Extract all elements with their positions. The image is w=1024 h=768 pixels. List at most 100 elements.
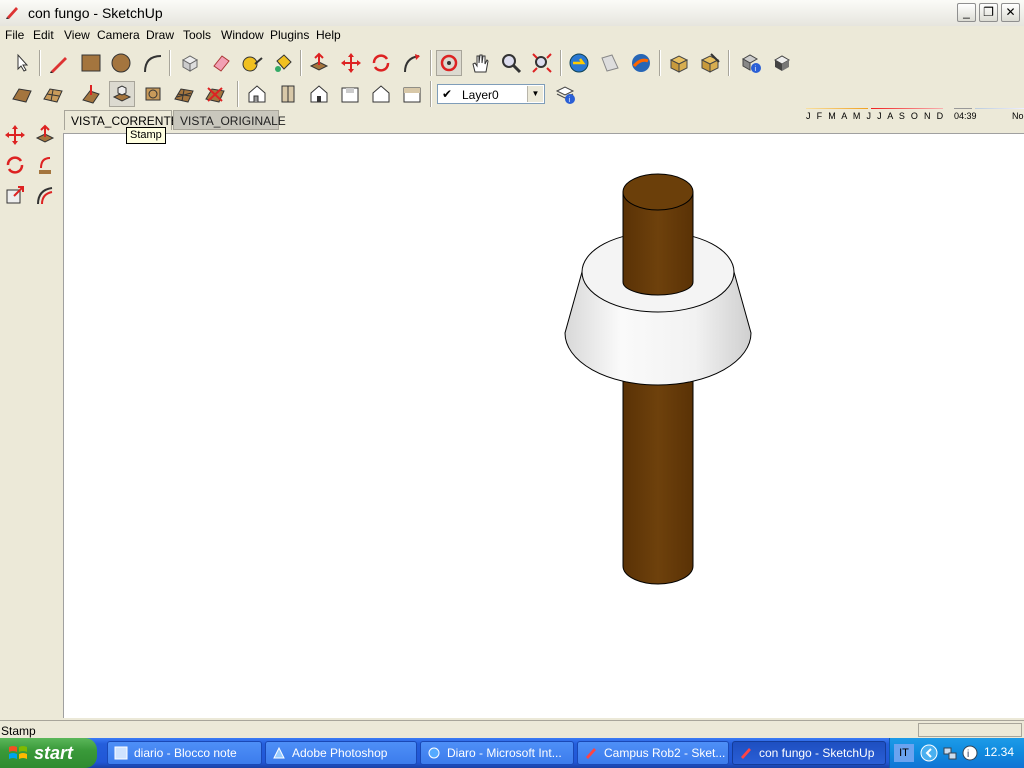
menu-file[interactable]: File (5, 28, 24, 42)
task-notepad[interactable]: diario - Blocco note (107, 741, 262, 765)
layer-dropdown[interactable]: ✔ Layer0 ▼ (437, 84, 545, 104)
task-photoshop[interactable]: Adobe Photoshop (265, 741, 417, 765)
main-toolbar: i J F M A M J J A S O N D 04:39 No (0, 48, 1024, 121)
sandbox-from-scratch-button[interactable] (40, 81, 66, 107)
offset-icon (37, 187, 53, 205)
follow-me-button[interactable] (399, 50, 425, 76)
left-rotate-button[interactable] (2, 152, 28, 178)
orbit-tool-button[interactable] (436, 50, 462, 76)
measurements-box[interactable] (918, 723, 1022, 737)
zoom-tool-button[interactable] (498, 50, 524, 76)
chevron-left-icon[interactable] (920, 744, 938, 762)
move-icon (341, 53, 361, 73)
paint-bucket-button[interactable] (270, 50, 296, 76)
eraser-tool-button[interactable] (208, 50, 234, 76)
get-models-button[interactable] (566, 50, 592, 76)
hand-icon (472, 54, 489, 73)
share-icon (601, 54, 619, 72)
top-view-button[interactable] (275, 81, 301, 107)
iso-view-button[interactable] (244, 81, 270, 107)
terrain-contours-icon (12, 88, 32, 103)
add-detail-button[interactable] (171, 81, 197, 107)
paint-bucket-icon (275, 54, 292, 72)
close-button[interactable]: ✕ (1001, 3, 1020, 22)
upper-post[interactable] (622, 173, 694, 296)
move-tool-button[interactable] (338, 50, 364, 76)
make-component-button[interactable] (177, 50, 203, 76)
component-edit-icon (700, 53, 720, 73)
google-earth-button[interactable] (628, 50, 654, 76)
layer-manager-button[interactable]: i (553, 81, 579, 107)
tab-vista-originale[interactable]: VISTA_ORIGINALE (173, 110, 286, 130)
start-button[interactable]: start (0, 738, 97, 768)
menu-draw[interactable]: Draw (146, 28, 174, 42)
smoove-button[interactable] (78, 81, 104, 107)
house-back-icon (372, 85, 390, 103)
menu-camera[interactable]: Camera (97, 28, 140, 42)
left-push-pull-button[interactable] (32, 122, 58, 148)
drape-button[interactable] (140, 81, 166, 107)
layers-info-icon: i (555, 86, 575, 104)
left-offset-button[interactable] (32, 182, 58, 208)
month-labels: J F M A M J J A S O N D (806, 111, 945, 121)
share-model-button[interactable] (597, 50, 623, 76)
sketchup-app-icon (6, 7, 18, 19)
notepad-icon (114, 746, 128, 760)
stamp-icon (112, 85, 132, 102)
back-view-button[interactable] (368, 81, 394, 107)
entity-info-button[interactable]: i (738, 50, 764, 76)
rectangle-tool-button[interactable] (78, 50, 104, 76)
menu-view[interactable]: View (64, 28, 90, 42)
dropdown-arrow-icon[interactable]: ▼ (527, 86, 543, 102)
task-campus-sketchup[interactable]: Campus Rob2 - Sket... (577, 741, 729, 765)
select-tool-button[interactable] (9, 50, 35, 76)
checkmark-icon: ✔ (442, 87, 453, 101)
security-icon[interactable]: i (962, 745, 978, 761)
arc-tool-button[interactable] (139, 50, 165, 76)
menu-tools[interactable]: Tools (183, 28, 211, 42)
lower-post[interactable] (622, 363, 694, 585)
flip-edge-icon (205, 87, 225, 103)
minimize-button[interactable]: _ (957, 3, 976, 22)
status-bar: Stamp (0, 720, 1024, 739)
menu-plugins[interactable]: Plugins (270, 28, 309, 42)
dynamic-component-button[interactable] (697, 50, 723, 76)
right-view-button[interactable] (337, 81, 363, 107)
flip-edge-button[interactable] (202, 81, 228, 107)
pan-tool-button[interactable] (467, 50, 493, 76)
push-pull-button[interactable] (306, 50, 332, 76)
top-view-icon (281, 85, 295, 103)
3d-viewport[interactable] (63, 133, 1024, 718)
magnifier-icon (502, 54, 522, 74)
zoom-extents-button[interactable] (529, 50, 555, 76)
sandbox-from-contours-button[interactable] (9, 81, 35, 107)
task-internet-explorer[interactable]: Diaro - Microsoft Int... (420, 741, 574, 765)
left-move-button[interactable] (2, 122, 28, 148)
windows-flag-icon (9, 746, 27, 759)
line-tool-button[interactable] (46, 50, 72, 76)
sketchup-app-icon (741, 748, 751, 759)
menu-window[interactable]: Window (221, 28, 264, 42)
menu-edit[interactable]: Edit (33, 28, 54, 42)
tape-measure-button[interactable] (239, 50, 265, 76)
restore-button[interactable]: ❐ (979, 3, 998, 22)
left-follow-me-button[interactable] (32, 152, 58, 178)
photoshop-icon (273, 746, 285, 759)
title-bar: con fungo - SketchUp _ ❐ ✕ (0, 0, 1024, 27)
make-component-2-button[interactable] (666, 50, 692, 76)
rotate-tool-button[interactable] (368, 50, 394, 76)
front-view-button[interactable] (306, 81, 332, 107)
globe-arrow-icon (569, 53, 589, 73)
left-scale-button[interactable] (2, 182, 28, 208)
stamp-button[interactable] (109, 81, 135, 107)
network-icon[interactable] (942, 745, 958, 761)
language-indicator[interactable]: IT (894, 744, 914, 762)
left-view-button[interactable] (399, 81, 425, 107)
menu-help[interactable]: Help (316, 28, 341, 42)
shadow-settings-button[interactable] (769, 50, 795, 76)
task-con-fungo-sketchup[interactable]: con fungo - SketchUp (732, 741, 886, 765)
rotate-icon (6, 156, 24, 174)
circle-tool-button[interactable] (108, 50, 134, 76)
house-front-icon (310, 85, 328, 103)
system-tray: IT i 12.34 (889, 738, 1024, 768)
